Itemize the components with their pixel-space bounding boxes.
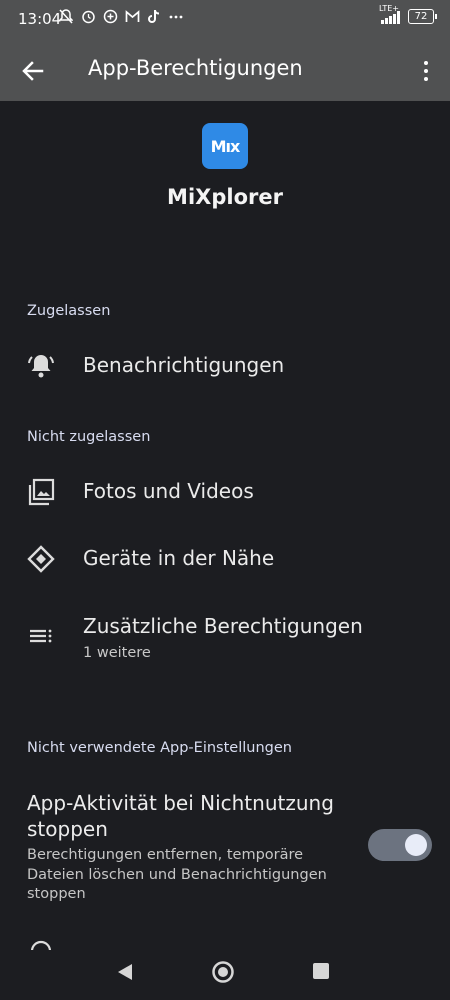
permission-notifications[interactable]: Benachrichtigungen bbox=[0, 336, 450, 396]
plus-icon bbox=[102, 9, 118, 28]
permission-additional[interactable]: Zusätzliche Berechtigungen 1 weitere bbox=[0, 600, 450, 670]
notification-bell-icon bbox=[26, 351, 56, 381]
permission-label: Benachrichtigungen bbox=[83, 353, 285, 377]
pause-app-activity-description: Berechtigungen entfernen, temporäre Date… bbox=[27, 847, 327, 902]
tiktok-icon bbox=[146, 9, 162, 28]
app-name: MiXplorer bbox=[167, 185, 283, 209]
gmail-icon bbox=[124, 9, 140, 28]
network-type: LTE+ bbox=[379, 3, 399, 13]
permission-label: Geräte in der Nähe bbox=[83, 546, 275, 570]
app-bar: App-Berechtigungen bbox=[0, 40, 450, 101]
mute-icon bbox=[58, 9, 74, 28]
permission-nearby-devices[interactable]: Geräte in der Nähe bbox=[0, 529, 450, 589]
notification-icons bbox=[58, 9, 184, 28]
signal-icon: LTE+ bbox=[379, 4, 400, 24]
permission-sublabel: 1 weitere bbox=[83, 645, 151, 661]
app-icon: Mıx bbox=[202, 123, 248, 169]
more-options-icon[interactable] bbox=[416, 56, 436, 86]
more-notifications-icon bbox=[168, 9, 184, 28]
alarm-icon bbox=[80, 9, 96, 28]
section-unused-app-settings: Nicht verwendete App-Einstellungen bbox=[27, 740, 292, 756]
permission-label: Zusätzliche Berechtigungen bbox=[83, 614, 363, 638]
section-not-allowed: Nicht zugelassen bbox=[27, 429, 151, 445]
nav-recents-icon[interactable] bbox=[313, 963, 329, 979]
page-title: App-Berechtigungen bbox=[88, 56, 303, 80]
list-icon bbox=[26, 621, 56, 651]
status-bar: 13:04 LTE+ 72 bbox=[0, 0, 450, 40]
navigation-bar bbox=[0, 950, 450, 1000]
permission-label: Fotos und Videos bbox=[83, 479, 254, 503]
system-status: LTE+ 72 bbox=[379, 4, 437, 24]
toggle-knob bbox=[405, 834, 427, 856]
photo-library-icon bbox=[26, 477, 56, 507]
battery-icon: 72 bbox=[408, 9, 437, 24]
nearby-devices-icon bbox=[26, 544, 56, 574]
permission-photos[interactable]: Fotos und Videos bbox=[0, 462, 450, 522]
section-allowed: Zugelassen bbox=[27, 303, 111, 319]
back-arrow-icon[interactable] bbox=[18, 56, 48, 86]
status-time: 13:04 bbox=[18, 10, 62, 28]
nav-home-icon[interactable] bbox=[211, 960, 235, 984]
pause-app-activity-title: App-Aktivität bei Nichtnutzung stoppen bbox=[27, 791, 334, 841]
pause-app-activity-toggle[interactable] bbox=[368, 829, 432, 861]
nav-back-icon[interactable] bbox=[116, 962, 134, 982]
